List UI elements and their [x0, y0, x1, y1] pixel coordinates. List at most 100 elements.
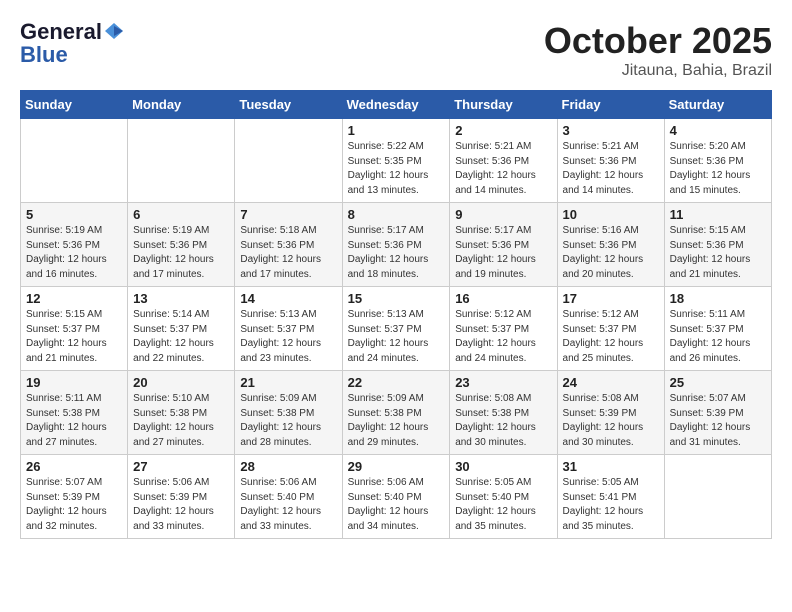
- calendar-cell: 16 Sunrise: 5:12 AM Sunset: 5:37 PM Dayli…: [450, 287, 557, 371]
- day-number: 7: [240, 207, 336, 222]
- calendar-cell: 21 Sunrise: 5:09 AM Sunset: 5:38 PM Dayli…: [235, 371, 342, 455]
- calendar-cell: 10 Sunrise: 5:16 AM Sunset: 5:36 PM Dayli…: [557, 203, 664, 287]
- day-info: Sunrise: 5:07 AM Sunset: 5:39 PM Dayligh…: [26, 476, 122, 534]
- day-info: Sunrise: 5:05 AM Sunset: 5:41 PM Dayligh…: [563, 476, 659, 534]
- calendar-cell: 4Sunrise: 5:20 AM Sunset: 5:36 PM Daylig…: [664, 119, 771, 203]
- calendar-cell: 6 Sunrise: 5:19 AM Sunset: 5:36 PM Daylig…: [128, 203, 235, 287]
- day-number: 1: [348, 123, 445, 138]
- day-number: 17: [563, 291, 659, 306]
- logo-blue: Blue: [20, 43, 68, 67]
- calendar-cell: 2 Sunrise: 5:21 AM Sunset: 5:36 PM Daylig…: [450, 119, 557, 203]
- day-number: 21: [240, 375, 336, 390]
- calendar-cell: 14 Sunrise: 5:13 AM Sunset: 5:37 PM Dayli…: [235, 287, 342, 371]
- day-number: 26: [26, 459, 122, 474]
- day-info: Sunrise: 5:12 AM Sunset: 5:37 PM Dayligh…: [563, 308, 659, 366]
- calendar-cell: 12 Sunrise: 5:15 AM Sunset: 5:37 PM Dayli…: [21, 287, 128, 371]
- calendar-cell: 27 Sunrise: 5:06 AM Sunset: 5:39 PM Dayli…: [128, 455, 235, 539]
- column-header-friday: Friday: [557, 91, 664, 119]
- logo-general: General: [20, 20, 102, 44]
- day-number: 5: [26, 207, 122, 222]
- day-number: 18: [670, 291, 766, 306]
- calendar-cell: 13 Sunrise: 5:14 AM Sunset: 5:37 PM Dayli…: [128, 287, 235, 371]
- day-number: 14: [240, 291, 336, 306]
- day-info: Sunrise: 5:21 AM Sunset: 5:36 PM Dayligh…: [563, 140, 659, 198]
- calendar-week-2: 5 Sunrise: 5:19 AM Sunset: 5:36 PM Daylig…: [21, 203, 772, 287]
- day-info: Sunrise: 5:13 AM Sunset: 5:37 PM Dayligh…: [240, 308, 336, 366]
- calendar-cell: 24 Sunrise: 5:08 AM Sunset: 5:39 PM Dayli…: [557, 371, 664, 455]
- day-number: 6: [133, 207, 229, 222]
- calendar-cell: 30Sunrise: 5:05 AM Sunset: 5:40 PM Dayli…: [450, 455, 557, 539]
- day-number: 13: [133, 291, 229, 306]
- title-block: October 2025 Jitauna, Bahia, Brazil: [544, 20, 772, 80]
- day-number: 4: [670, 123, 766, 138]
- calendar-cell: 11Sunrise: 5:15 AM Sunset: 5:36 PM Dayli…: [664, 203, 771, 287]
- calendar-week-5: 26 Sunrise: 5:07 AM Sunset: 5:39 PM Dayli…: [21, 455, 772, 539]
- day-number: 9: [455, 207, 551, 222]
- location: Jitauna, Bahia, Brazil: [544, 62, 772, 80]
- column-header-wednesday: Wednesday: [342, 91, 450, 119]
- calendar-cell: [664, 455, 771, 539]
- column-header-saturday: Saturday: [664, 91, 771, 119]
- day-number: 31: [563, 459, 659, 474]
- calendar-cell: 18 Sunrise: 5:11 AM Sunset: 5:37 PM Dayli…: [664, 287, 771, 371]
- day-info: Sunrise: 5:06 AM Sunset: 5:39 PM Dayligh…: [133, 476, 229, 534]
- logo-icon: [105, 22, 123, 40]
- day-info: Sunrise: 5:06 AM Sunset: 5:40 PM Dayligh…: [348, 476, 445, 534]
- day-number: 15: [348, 291, 445, 306]
- calendar-cell: 22 Sunrise: 5:09 AM Sunset: 5:38 PM Dayli…: [342, 371, 450, 455]
- day-info: Sunrise: 5:19 AM Sunset: 5:36 PM Dayligh…: [26, 224, 122, 282]
- day-number: 12: [26, 291, 122, 306]
- calendar-cell: 15Sunrise: 5:13 AM Sunset: 5:37 PM Dayli…: [342, 287, 450, 371]
- calendar-table: SundayMondayTuesdayWednesdayThursdayFrid…: [20, 90, 772, 539]
- column-header-thursday: Thursday: [450, 91, 557, 119]
- calendar-cell: 28 Sunrise: 5:06 AM Sunset: 5:40 PM Dayli…: [235, 455, 342, 539]
- calendar-cell: 19 Sunrise: 5:11 AM Sunset: 5:38 PM Dayli…: [21, 371, 128, 455]
- day-info: Sunrise: 5:18 AM Sunset: 5:36 PM Dayligh…: [240, 224, 336, 282]
- day-info: Sunrise: 5:07 AM Sunset: 5:39 PM Dayligh…: [670, 392, 766, 450]
- calendar-cell: 23Sunrise: 5:08 AM Sunset: 5:38 PM Dayli…: [450, 371, 557, 455]
- calendar-week-3: 12 Sunrise: 5:15 AM Sunset: 5:37 PM Dayli…: [21, 287, 772, 371]
- day-number: 29: [348, 459, 445, 474]
- calendar-cell: [235, 119, 342, 203]
- day-number: 23: [455, 375, 551, 390]
- day-number: 24: [563, 375, 659, 390]
- calendar-cell: [128, 119, 235, 203]
- day-info: Sunrise: 5:15 AM Sunset: 5:37 PM Dayligh…: [26, 308, 122, 366]
- day-info: Sunrise: 5:14 AM Sunset: 5:37 PM Dayligh…: [133, 308, 229, 366]
- day-info: Sunrise: 5:11 AM Sunset: 5:38 PM Dayligh…: [26, 392, 122, 450]
- day-info: Sunrise: 5:19 AM Sunset: 5:36 PM Dayligh…: [133, 224, 229, 282]
- day-info: Sunrise: 5:16 AM Sunset: 5:36 PM Dayligh…: [563, 224, 659, 282]
- day-number: 10: [563, 207, 659, 222]
- calendar-cell: 20 Sunrise: 5:10 AM Sunset: 5:38 PM Dayli…: [128, 371, 235, 455]
- day-info: Sunrise: 5:21 AM Sunset: 5:36 PM Dayligh…: [455, 140, 551, 198]
- day-number: 19: [26, 375, 122, 390]
- day-number: 28: [240, 459, 336, 474]
- calendar-cell: 7 Sunrise: 5:18 AM Sunset: 5:36 PM Daylig…: [235, 203, 342, 287]
- calendar-header-row: SundayMondayTuesdayWednesdayThursdayFrid…: [21, 91, 772, 119]
- calendar-week-1: 1Sunrise: 5:22 AM Sunset: 5:35 PM Daylig…: [21, 119, 772, 203]
- day-info: Sunrise: 5:09 AM Sunset: 5:38 PM Dayligh…: [348, 392, 445, 450]
- calendar-week-4: 19 Sunrise: 5:11 AM Sunset: 5:38 PM Dayli…: [21, 371, 772, 455]
- day-number: 8: [348, 207, 445, 222]
- calendar-cell: 17 Sunrise: 5:12 AM Sunset: 5:37 PM Dayli…: [557, 287, 664, 371]
- day-info: Sunrise: 5:12 AM Sunset: 5:37 PM Dayligh…: [455, 308, 551, 366]
- day-number: 3: [563, 123, 659, 138]
- day-info: Sunrise: 5:10 AM Sunset: 5:38 PM Dayligh…: [133, 392, 229, 450]
- day-info: Sunrise: 5:09 AM Sunset: 5:38 PM Dayligh…: [240, 392, 336, 450]
- calendar-cell: 3 Sunrise: 5:21 AM Sunset: 5:36 PM Daylig…: [557, 119, 664, 203]
- column-header-monday: Monday: [128, 91, 235, 119]
- day-number: 20: [133, 375, 229, 390]
- day-info: Sunrise: 5:11 AM Sunset: 5:37 PM Dayligh…: [670, 308, 766, 366]
- day-info: Sunrise: 5:08 AM Sunset: 5:39 PM Dayligh…: [563, 392, 659, 450]
- day-number: 30: [455, 459, 551, 474]
- day-number: 16: [455, 291, 551, 306]
- logo: General Blue: [20, 20, 123, 67]
- day-info: Sunrise: 5:15 AM Sunset: 5:36 PM Dayligh…: [670, 224, 766, 282]
- day-info: Sunrise: 5:06 AM Sunset: 5:40 PM Dayligh…: [240, 476, 336, 534]
- day-number: 22: [348, 375, 445, 390]
- day-number: 2: [455, 123, 551, 138]
- day-number: 25: [670, 375, 766, 390]
- day-info: Sunrise: 5:17 AM Sunset: 5:36 PM Dayligh…: [348, 224, 445, 282]
- page-header: General Blue October 2025 Jitauna, Bahia…: [20, 20, 772, 80]
- day-number: 27: [133, 459, 229, 474]
